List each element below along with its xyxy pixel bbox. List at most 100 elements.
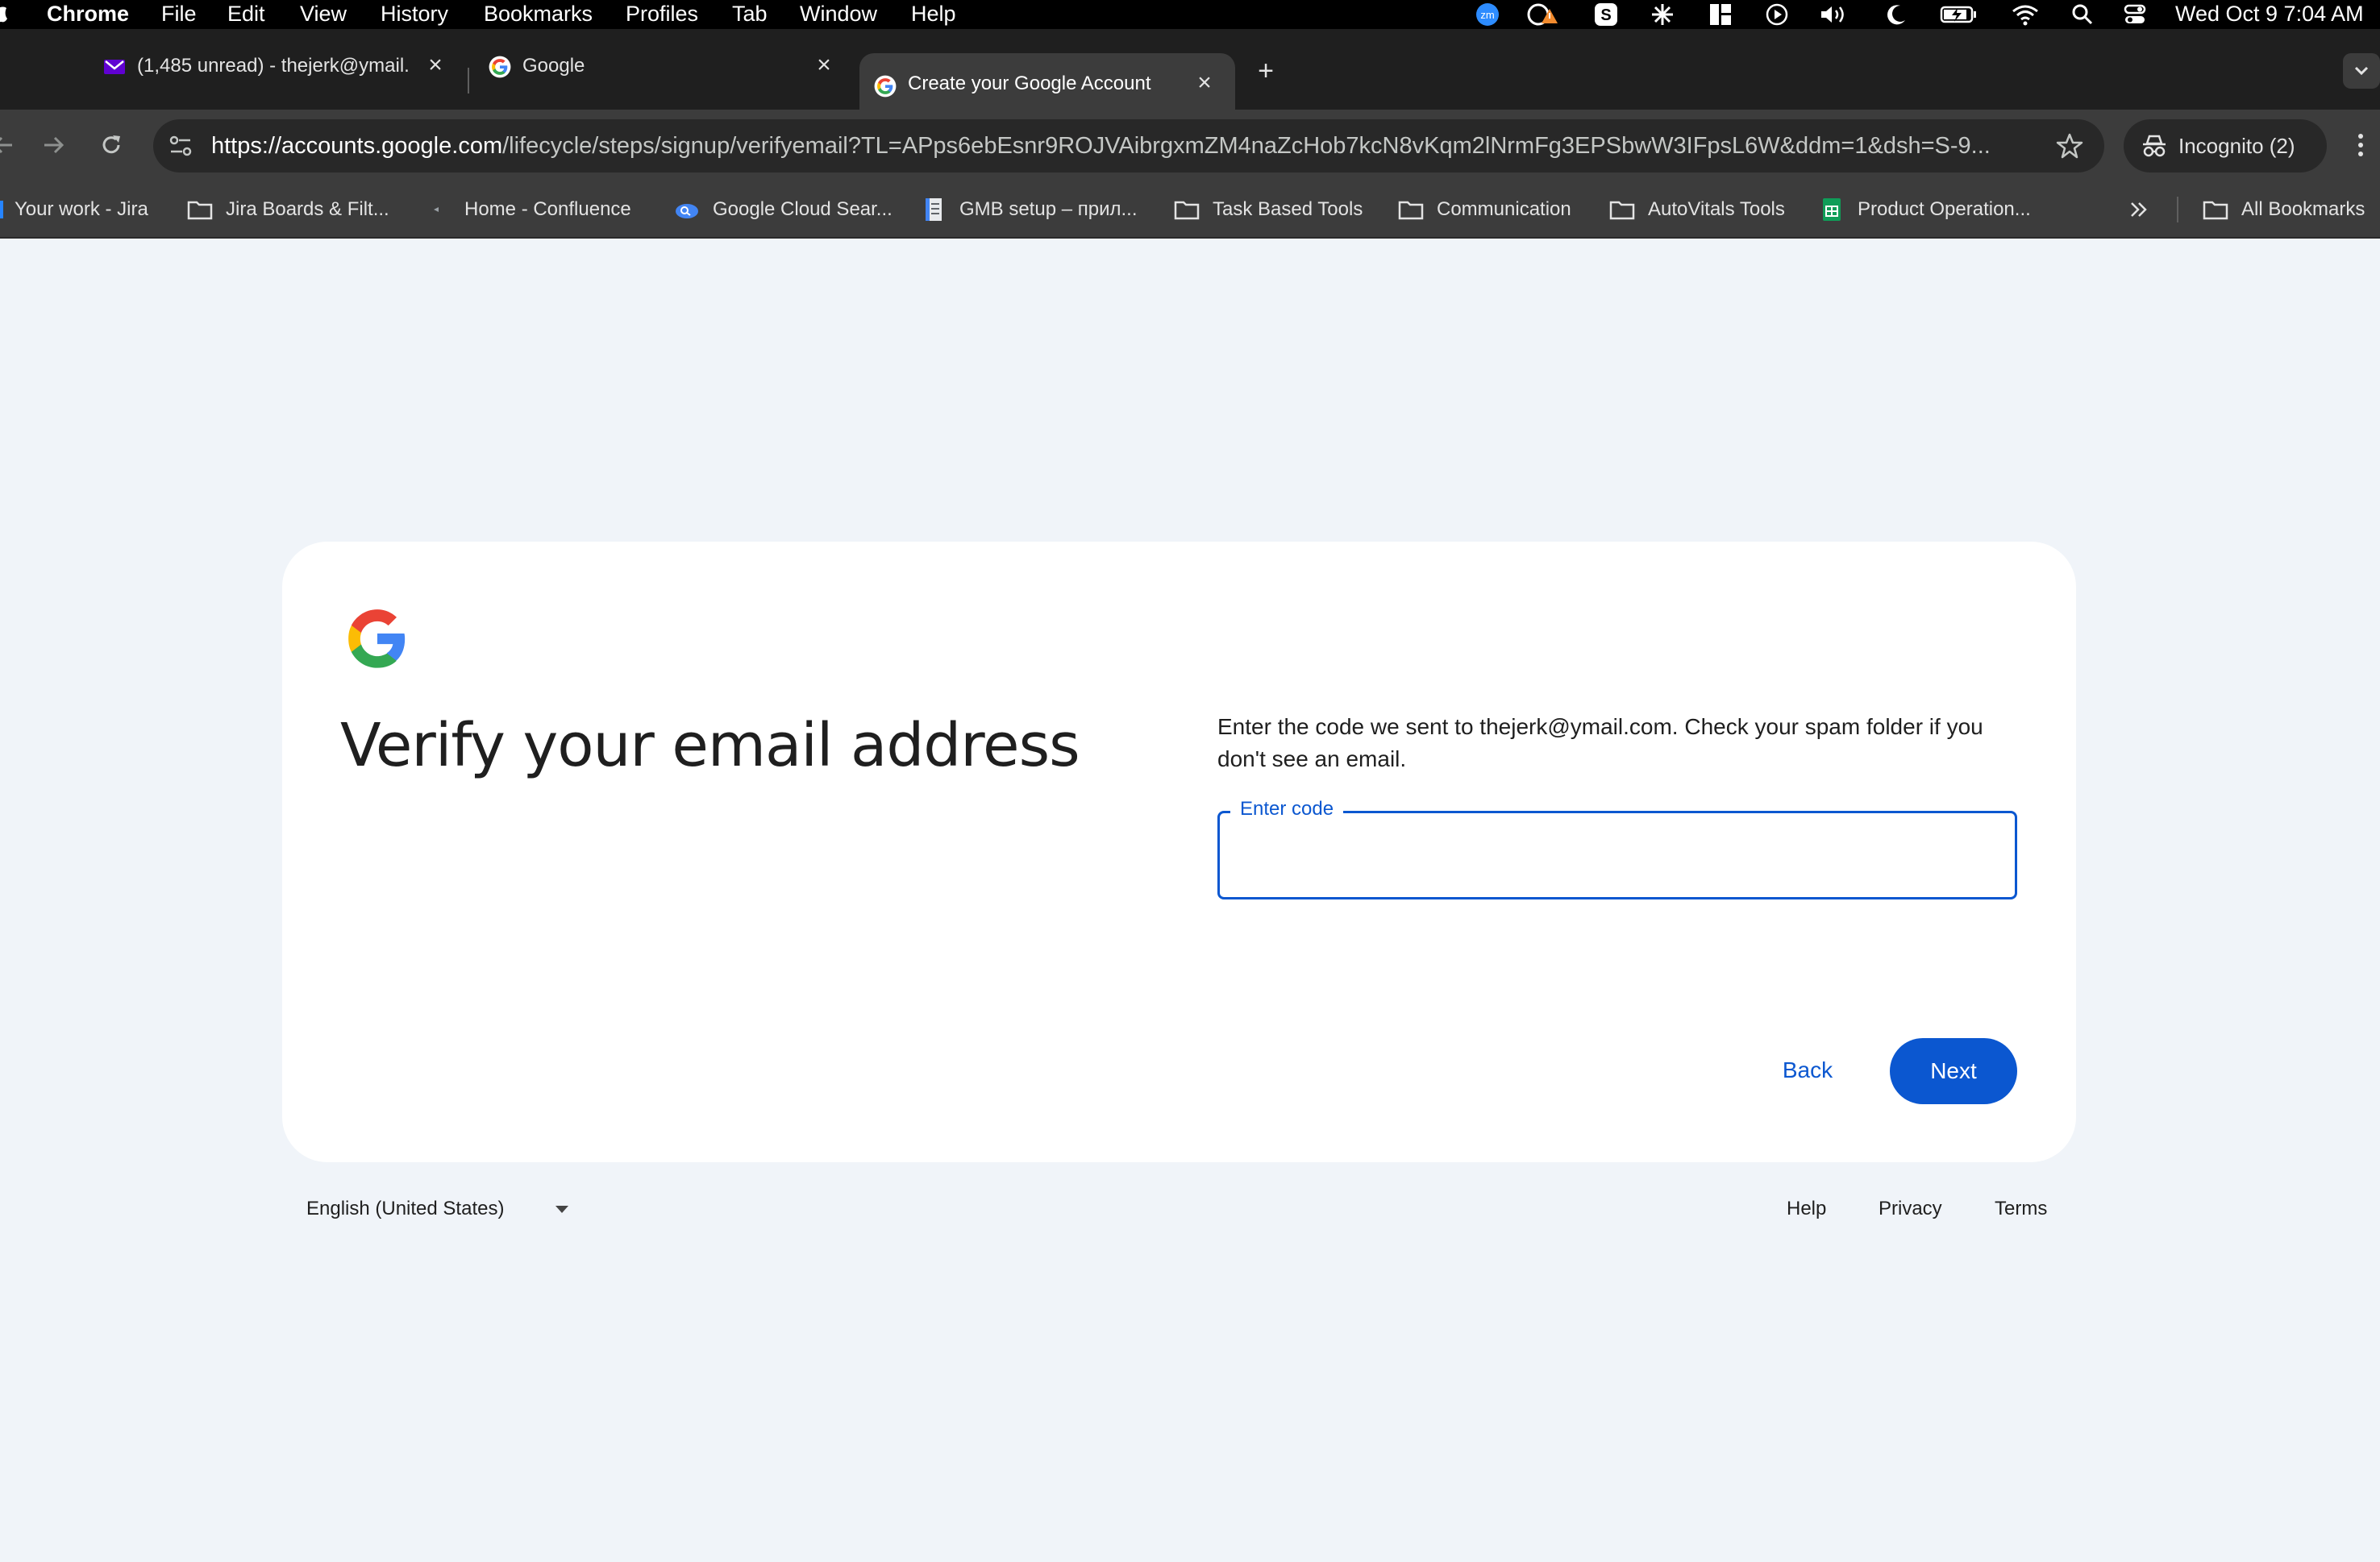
- menu-file[interactable]: File: [161, 0, 197, 27]
- skype-icon[interactable]: S: [1593, 2, 1619, 27]
- terms-link[interactable]: Terms: [1995, 1198, 2047, 1220]
- confluence-icon: [432, 198, 440, 221]
- address-bar[interactable]: https://accounts.google.com/lifecycle/st…: [153, 119, 2104, 172]
- menu-profiles[interactable]: Profiles: [626, 0, 698, 27]
- back-nav-button[interactable]: [0, 127, 21, 163]
- code-field-label: Enter code: [1230, 798, 1344, 820]
- bookmark-star-icon[interactable]: [2056, 132, 2083, 164]
- bookmark-jira[interactable]: Your work - Jira: [0, 197, 148, 222]
- code-field[interactable]: [1217, 811, 2017, 899]
- instruction-text: Enter the code we sent to thejerk@ymail.…: [1217, 714, 1983, 771]
- tab-strip: (1,485 unread) - thejerk@ymail.com × Goo…: [0, 29, 2380, 124]
- bookmark-label: Home - Confluence: [464, 198, 631, 220]
- code-input[interactable]: [1236, 829, 1994, 881]
- bookmark-label: Jira Boards & Filt...: [226, 198, 389, 220]
- page-title: Verify your email address: [340, 711, 1080, 780]
- folder-icon: [1398, 198, 1424, 221]
- perplexity-icon[interactable]: [1650, 2, 1675, 27]
- page-footer: English (United States) Help Privacy Ter…: [282, 1190, 2076, 1238]
- tab-close-icon[interactable]: ×: [1193, 71, 1216, 95]
- volume-icon[interactable]: [1819, 2, 1851, 27]
- tab-yahoo-mail[interactable]: (1,485 unread) - thejerk@ymail.com ×: [89, 39, 460, 92]
- bookmark-label: Your work - Jira: [15, 198, 148, 220]
- menu-view[interactable]: View: [300, 0, 347, 27]
- tab-title: (1,485 unread) - thejerk@ymail.com: [137, 55, 408, 77]
- menu-app-name[interactable]: Chrome: [47, 0, 129, 27]
- incognito-label: Incognito (2): [2178, 134, 2295, 158]
- bookmark-jira-boards[interactable]: Jira Boards & Filt...: [187, 197, 389, 222]
- apple-menu-icon[interactable]: [0, 0, 8, 31]
- help-link[interactable]: Help: [1787, 1198, 1826, 1220]
- browser-toolbar: https://accounts.google.com/lifecycle/st…: [0, 110, 2380, 181]
- cloud-search-icon: [674, 198, 700, 221]
- arrow-right-icon: [44, 136, 64, 154]
- battery-icon[interactable]: [1940, 2, 1978, 27]
- kebab-menu-icon: [2358, 134, 2363, 156]
- menu-tab[interactable]: Tab: [732, 0, 768, 27]
- zoom-icon[interactable]: zm: [1474, 2, 1501, 27]
- bookmarks-overflow-button[interactable]: [2128, 197, 2149, 222]
- bookmark-task-based-tools[interactable]: Task Based Tools: [1174, 197, 1363, 222]
- moon-icon[interactable]: [1883, 2, 1909, 27]
- google-icon: [489, 56, 511, 78]
- language-select[interactable]: English (United States): [306, 1198, 569, 1220]
- control-center-icon[interactable]: [2122, 2, 2148, 27]
- incognito-icon: [2141, 134, 2167, 164]
- url-path: /lifecycle/steps/signup/verifyemail?TL=A…: [502, 133, 1991, 159]
- tab-google[interactable]: Google ×: [474, 39, 845, 92]
- tab-title: Google: [522, 55, 585, 77]
- menu-bookmarks[interactable]: Bookmarks: [484, 0, 593, 27]
- incognito-profile-button[interactable]: Incognito (2): [2124, 119, 2327, 172]
- url-text: https://accounts.google.com/lifecycle/st…: [211, 133, 2025, 160]
- menu-clock[interactable]: Wed Oct 9 7:04 AM: [2175, 0, 2364, 27]
- folder-icon: [187, 198, 213, 221]
- tab-search-button[interactable]: [2343, 53, 2380, 89]
- forward-nav-button[interactable]: [35, 127, 71, 163]
- folder-icon: [1609, 198, 1635, 221]
- reload-button[interactable]: [94, 127, 129, 163]
- double-chevron-right-icon: [2131, 202, 2147, 217]
- new-tab-button[interactable]: +: [1248, 53, 1284, 89]
- bookmark-confluence[interactable]: Home - Confluence: [432, 197, 631, 222]
- bookmark-label: Communication: [1437, 198, 1571, 220]
- bookmark-label: All Bookmarks: [2241, 198, 2365, 220]
- tab-separator: [468, 68, 469, 93]
- privacy-link[interactable]: Privacy: [1879, 1198, 1942, 1220]
- sheets-icon: [1819, 198, 1845, 221]
- menu-help[interactable]: Help: [911, 0, 956, 27]
- bookmark-label: Product Operation...: [1858, 198, 2031, 220]
- chrome-menu-button[interactable]: [2343, 127, 2378, 163]
- bookmarks-divider: [2177, 197, 2178, 222]
- wifi-icon[interactable]: [2011, 2, 2040, 27]
- google-logo-icon: [345, 606, 410, 671]
- chevron-down-icon: [2354, 66, 2369, 76]
- bookmark-label: Google Cloud Sear...: [713, 198, 892, 220]
- menu-window[interactable]: Window: [800, 0, 877, 27]
- yahoo-mail-icon: [103, 56, 126, 78]
- tab-close-icon[interactable]: ×: [424, 53, 447, 77]
- arrow-left-icon: [0, 136, 12, 154]
- bookmark-communication[interactable]: Communication: [1398, 197, 1571, 222]
- play-icon[interactable]: [1764, 2, 1790, 27]
- bookmark-label: GMB setup – прил...: [959, 198, 1138, 220]
- backup-warning-icon[interactable]: [1525, 2, 1561, 27]
- tab-close-icon[interactable]: ×: [813, 53, 835, 77]
- next-button[interactable]: Next: [1890, 1038, 2017, 1104]
- svg-text:zm: zm: [1480, 9, 1494, 21]
- bookmark-google-cloud-search[interactable]: Google Cloud Sear...: [674, 197, 892, 222]
- folder-icon: [1174, 198, 1200, 221]
- bookmark-gmb-setup[interactable]: GMB setup – прил...: [921, 197, 1138, 222]
- bookmark-product-operations[interactable]: Product Operation...: [1819, 197, 2031, 222]
- doc-icon: [921, 198, 947, 221]
- language-label: English (United States): [306, 1198, 505, 1219]
- svg-text:S: S: [1600, 6, 1611, 24]
- bookmark-all-bookmarks[interactable]: All Bookmarks: [2203, 197, 2365, 222]
- site-settings-icon[interactable]: [168, 134, 193, 162]
- spotlight-icon[interactable]: [2070, 2, 2095, 27]
- back-button[interactable]: Back: [1758, 1038, 1858, 1103]
- tiles-icon[interactable]: [1708, 2, 1733, 27]
- menu-history[interactable]: History: [381, 0, 448, 27]
- bookmark-autovitals-tools[interactable]: AutoVitals Tools: [1609, 197, 1785, 222]
- menu-edit[interactable]: Edit: [227, 0, 265, 27]
- google-icon: [874, 75, 897, 98]
